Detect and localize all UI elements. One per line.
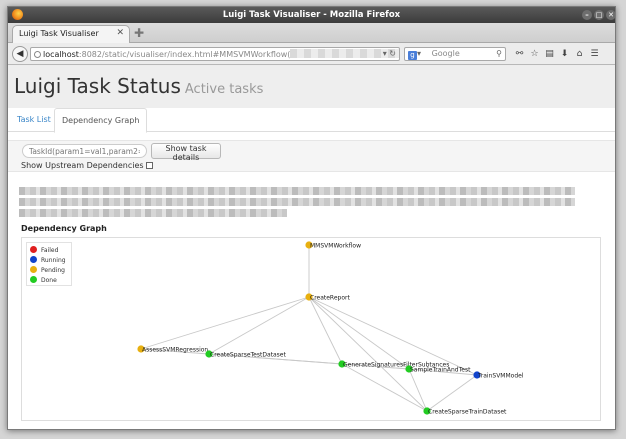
globe-icon: [34, 51, 41, 58]
browser-tab-title: Luigi Task Visualiser: [19, 29, 99, 38]
redacted-task-id-line: [19, 198, 575, 206]
graph-node[interactable]: CreateSparseTrainDataset: [423, 407, 507, 416]
graph-edge: [426, 374, 478, 412]
maximize-icon[interactable]: □: [594, 10, 604, 20]
graph-edge: [140, 296, 310, 350]
home-icon[interactable]: ⌂: [572, 47, 587, 61]
menu-icon[interactable]: ☰: [587, 47, 602, 61]
title-bar: Luigi Task Visualiser - Mozilla Firefox …: [8, 7, 615, 23]
graph-edge: [308, 296, 343, 365]
clipboard-icon[interactable]: ▤: [542, 47, 557, 61]
page-header: Luigi Task Status Active tasks: [8, 66, 615, 108]
tab-task-list[interactable]: Task List: [10, 108, 58, 132]
graph-node-label[interactable]: CreateReport: [310, 295, 350, 302]
toolbar-icons: ⚯ ☆ ▤ ⬇ ⌂ ☰: [512, 47, 615, 61]
close-window-icon[interactable]: ✕: [606, 10, 615, 20]
graph-node[interactable]: TrainSVMModel: [473, 371, 524, 380]
search-icon[interactable]: ⚲: [496, 49, 502, 58]
url-bar[interactable]: localhost:8082/static/visualiser/index.h…: [30, 47, 400, 61]
dependency-graph-heading: Dependency Graph: [21, 224, 107, 233]
chevron-down-icon[interactable]: ▾: [417, 49, 421, 58]
search-input[interactable]: Google: [432, 49, 460, 58]
graph-node[interactable]: MMSVMWorkflow: [305, 241, 361, 250]
dependency-graph: Failed Running Pending Done MMSVMWorkflo…: [21, 237, 601, 421]
graph-canvas: MMSVMWorkflow CreateReport AssessSVMRegres…: [137, 241, 524, 416]
graph-node[interactable]: CreateSparseTestDataset: [205, 350, 286, 359]
firefox-window: Luigi Task Visualiser - Mozilla Firefox …: [7, 6, 616, 430]
back-icon[interactable]: ◀: [12, 46, 28, 62]
google-icon[interactable]: g: [408, 51, 417, 60]
search-bar[interactable]: g ▾ Google ⚲: [404, 47, 506, 61]
graph-edge: [308, 296, 428, 412]
graph-node[interactable]: AssessSVMRegression: [137, 345, 208, 354]
navigation-bar: ◀ localhost:8082/static/visualiser/index…: [8, 43, 615, 65]
graph-node[interactable]: SampleTrainAndTest: [405, 365, 471, 374]
new-tab-icon[interactable]: ✚: [134, 26, 144, 40]
tab-dependency-graph[interactable]: Dependency Graph: [54, 108, 148, 133]
redacted-task-id-line: [19, 187, 575, 195]
tab-close-icon[interactable]: ✕: [116, 28, 124, 38]
upstream-checkbox[interactable]: [145, 162, 153, 169]
window-title: Luigi Task Visualiser - Mozilla Firefox: [222, 10, 401, 20]
graph-nodes: MMSVMWorkflow CreateReport AssessSVMRegres…: [137, 241, 524, 416]
show-task-details-button[interactable]: Show task details: [151, 143, 221, 162]
bookmark-star-icon[interactable]: ☆: [527, 47, 542, 61]
browser-tab[interactable]: Luigi Task Visualiser ✕: [12, 25, 130, 43]
redacted-task-id-line: [19, 209, 287, 217]
task-id-input[interactable]: [22, 144, 147, 158]
url-path: :8082/static/visualiser/index.html#MMSVM…: [78, 50, 291, 59]
url-actions[interactable]: ▾ ↻: [383, 49, 396, 58]
graph-node-label[interactable]: TrainSVMModel: [477, 373, 524, 380]
page-subtitle: Active tasks: [184, 82, 264, 97]
filter-panel: Show task details Show Upstream Dependen…: [8, 140, 615, 172]
graph-edge: [408, 368, 428, 412]
page-tabs: Task List Dependency Graph: [8, 108, 615, 133]
web-page: Luigi Task Status Active tasks Task List …: [8, 66, 615, 429]
binoculars-icon[interactable]: ⚯: [512, 47, 527, 61]
graph-node-label[interactable]: MMSVMWorkflow: [310, 243, 361, 250]
upstream-toggle[interactable]: Show Upstream Dependencies: [21, 161, 153, 170]
upstream-label: Show Upstream Dependencies: [21, 161, 144, 170]
url-host: localhost: [43, 50, 79, 59]
graph-node[interactable]: CreateReport: [305, 293, 350, 302]
download-icon[interactable]: ⬇: [557, 47, 572, 61]
graph-node-label[interactable]: AssessSVMRegression: [142, 347, 208, 354]
minimize-icon[interactable]: –: [582, 10, 592, 20]
page-title: Luigi Task Status Active tasks: [14, 74, 263, 98]
graph-edge: [308, 296, 410, 370]
page-title-text: Luigi Task Status: [14, 74, 181, 98]
graph-node-label[interactable]: CreateSparseTrainDataset: [428, 409, 507, 416]
graph-edge: [208, 296, 310, 355]
graph-edges: [140, 245, 478, 412]
graph-node-label[interactable]: SampleTrainAndTest: [410, 367, 471, 374]
browser-tab-strip: Luigi Task Visualiser ✕ ✚: [8, 23, 615, 43]
graph-node-label[interactable]: CreateSparseTestDataset: [210, 352, 286, 359]
